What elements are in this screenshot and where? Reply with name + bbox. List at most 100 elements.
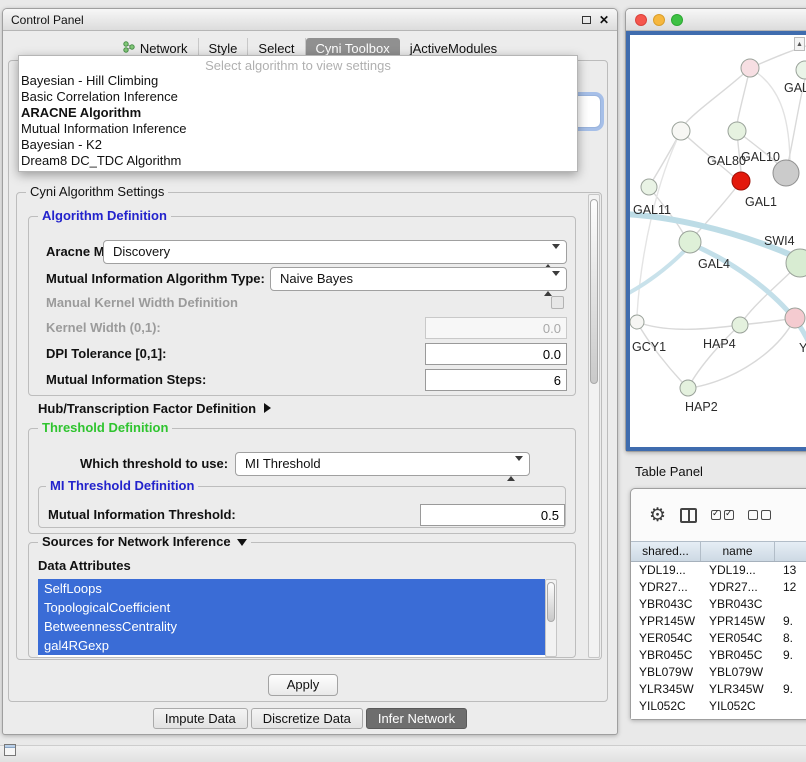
table-cell[interactable]: [775, 596, 806, 613]
table-cell[interactable]: YBL079W: [631, 664, 701, 681]
table-cell[interactable]: YLR345W: [701, 681, 775, 698]
zoom-window-icon[interactable]: [671, 14, 683, 26]
table-cell[interactable]: 13: [775, 562, 806, 579]
node-label[interactable]: GAL4: [698, 257, 730, 271]
network-node[interactable]: [732, 172, 750, 190]
network-canvas[interactable]: GALGAL80GAL10GAL11GAL1SWI4GAL4GCY1HAP4YH…: [630, 35, 806, 447]
attribute-item[interactable]: SelfLoops: [38, 579, 545, 598]
dropdown-item[interactable]: Bayesian - K2: [19, 137, 577, 153]
table-cell[interactable]: 8.: [775, 630, 806, 647]
node-label[interactable]: SWI4: [764, 234, 795, 248]
mi-type-combo[interactable]: Naive Bayes: [270, 267, 567, 291]
table-row[interactable]: YPR145WYPR145W9.: [631, 613, 806, 630]
manual-kernel-checkbox[interactable]: [551, 296, 564, 309]
table-cell[interactable]: YPR145W: [631, 613, 701, 630]
bottom-tab-infer-network[interactable]: Infer Network: [366, 708, 467, 729]
table-row[interactable]: YBR043CYBR043C: [631, 596, 806, 613]
settings-scrollbar[interactable]: [588, 194, 600, 658]
table-cell[interactable]: 9.: [775, 681, 806, 698]
network-node[interactable]: [630, 315, 644, 329]
network-node[interactable]: [641, 179, 657, 195]
attributes-scrollbar-thumb[interactable]: [547, 582, 555, 622]
minimized-window-icon[interactable]: [4, 744, 16, 756]
attribute-item[interactable]: gal4RGexp: [38, 636, 545, 655]
hub-section-toggle[interactable]: Hub/Transcription Factor Definition: [38, 399, 271, 419]
node-label[interactable]: GAL10: [741, 150, 780, 164]
bottom-tab-impute-data[interactable]: Impute Data: [153, 708, 248, 729]
node-label[interactable]: GAL: [784, 81, 806, 95]
table-row[interactable]: YDR27...YDR27...12: [631, 579, 806, 596]
which-threshold-combo[interactable]: MI Threshold: [235, 452, 530, 476]
settings-scrollbar-thumb[interactable]: [590, 199, 598, 384]
column-header[interactable]: [775, 542, 806, 561]
table-row[interactable]: YBR045CYBR045C9.: [631, 647, 806, 664]
table-cell[interactable]: 9.: [775, 613, 806, 630]
mi-threshold-field[interactable]: [420, 504, 565, 526]
table-cell[interactable]: YBR043C: [701, 596, 775, 613]
table-cell[interactable]: [775, 698, 806, 715]
node-label[interactable]: Y: [799, 341, 806, 355]
attribute-item[interactable]: BetweennessCentrality: [38, 617, 545, 636]
node-label[interactable]: HAP4: [703, 337, 736, 351]
close-window-icon[interactable]: [635, 14, 647, 26]
network-edge[interactable]: [630, 244, 691, 296]
table-cell[interactable]: YBR045C: [701, 647, 775, 664]
table-cell[interactable]: 12: [775, 579, 806, 596]
node-label[interactable]: GAL1: [745, 195, 777, 209]
mi-steps-field[interactable]: [425, 369, 567, 391]
table-cell[interactable]: YER054C: [701, 630, 775, 647]
table-cell[interactable]: YBL079W: [701, 664, 775, 681]
network-titlebar[interactable]: [626, 9, 806, 31]
network-edge[interactable]: [684, 68, 750, 125]
table-cell[interactable]: YPR145W: [701, 613, 775, 630]
node-label[interactable]: GCY1: [632, 340, 666, 354]
apply-button[interactable]: Apply: [268, 674, 338, 696]
network-node[interactable]: [796, 61, 806, 79]
table-cell[interactable]: YIL052C: [701, 698, 775, 715]
sources-toggle[interactable]: Sources for Network Inference: [38, 535, 251, 549]
table-row[interactable]: YIL052CYIL052C: [631, 698, 806, 715]
bottom-tab-discretize-data[interactable]: Discretize Data: [251, 708, 363, 729]
network-node[interactable]: [732, 317, 748, 333]
table-cell[interactable]: 9.: [775, 647, 806, 664]
table-row[interactable]: YLR345WYLR345W9.: [631, 681, 806, 698]
attribute-item[interactable]: TopologicalCoefficient: [38, 598, 545, 617]
table-cell[interactable]: YBR043C: [631, 596, 701, 613]
table-cell[interactable]: YDR27...: [631, 579, 701, 596]
node-label[interactable]: GAL11: [633, 203, 671, 217]
aracne-mode-combo[interactable]: Discovery: [103, 240, 567, 264]
deselect-all-icon[interactable]: [748, 510, 771, 520]
column-header[interactable]: name: [701, 542, 775, 561]
table-cell[interactable]: YIL052C: [631, 698, 701, 715]
attributes-scrollbar[interactable]: [545, 579, 557, 657]
close-icon[interactable]: ✕: [599, 15, 609, 25]
network-edge[interactable]: [637, 322, 732, 329]
table-row[interactable]: YER054CYER054C8.: [631, 630, 806, 647]
network-node[interactable]: [785, 308, 805, 328]
table-cell[interactable]: YDR27...: [701, 579, 775, 596]
network-node[interactable]: [679, 231, 701, 253]
data-attributes-list[interactable]: SelfLoopsTopologicalCoefficientBetweenne…: [38, 579, 545, 657]
minimize-window-icon[interactable]: [653, 14, 665, 26]
dropdown-item[interactable]: Bayesian - Hill Climbing: [19, 73, 577, 89]
table-cell[interactable]: YLR345W: [631, 681, 701, 698]
network-node[interactable]: [672, 122, 690, 140]
network-node[interactable]: [741, 59, 759, 77]
dpi-tolerance-field[interactable]: [425, 343, 567, 365]
table-settings-icon[interactable]: ⚙: [649, 506, 666, 525]
table-cell[interactable]: YBR045C: [631, 647, 701, 664]
network-edge[interactable]: [692, 325, 740, 381]
table-header-row[interactable]: shared...name: [631, 541, 806, 562]
dropdown-item[interactable]: Basic Correlation Inference: [19, 89, 577, 105]
network-node[interactable]: [728, 122, 746, 140]
select-all-icon[interactable]: [711, 510, 734, 520]
network-scroll-up-button[interactable]: ▲: [794, 37, 805, 51]
table-cell[interactable]: YER054C: [631, 630, 701, 647]
columns-icon[interactable]: [680, 508, 697, 523]
dropdown-item[interactable]: Mutual Information Inference: [19, 121, 577, 137]
float-window-icon[interactable]: [582, 16, 591, 24]
node-label[interactable]: HAP2: [685, 400, 718, 414]
dropdown-item[interactable]: ARACNE Algorithm: [19, 105, 577, 121]
table-cell[interactable]: YDL19...: [701, 562, 775, 579]
control-panel-titlebar[interactable]: Control Panel ✕: [3, 9, 617, 31]
